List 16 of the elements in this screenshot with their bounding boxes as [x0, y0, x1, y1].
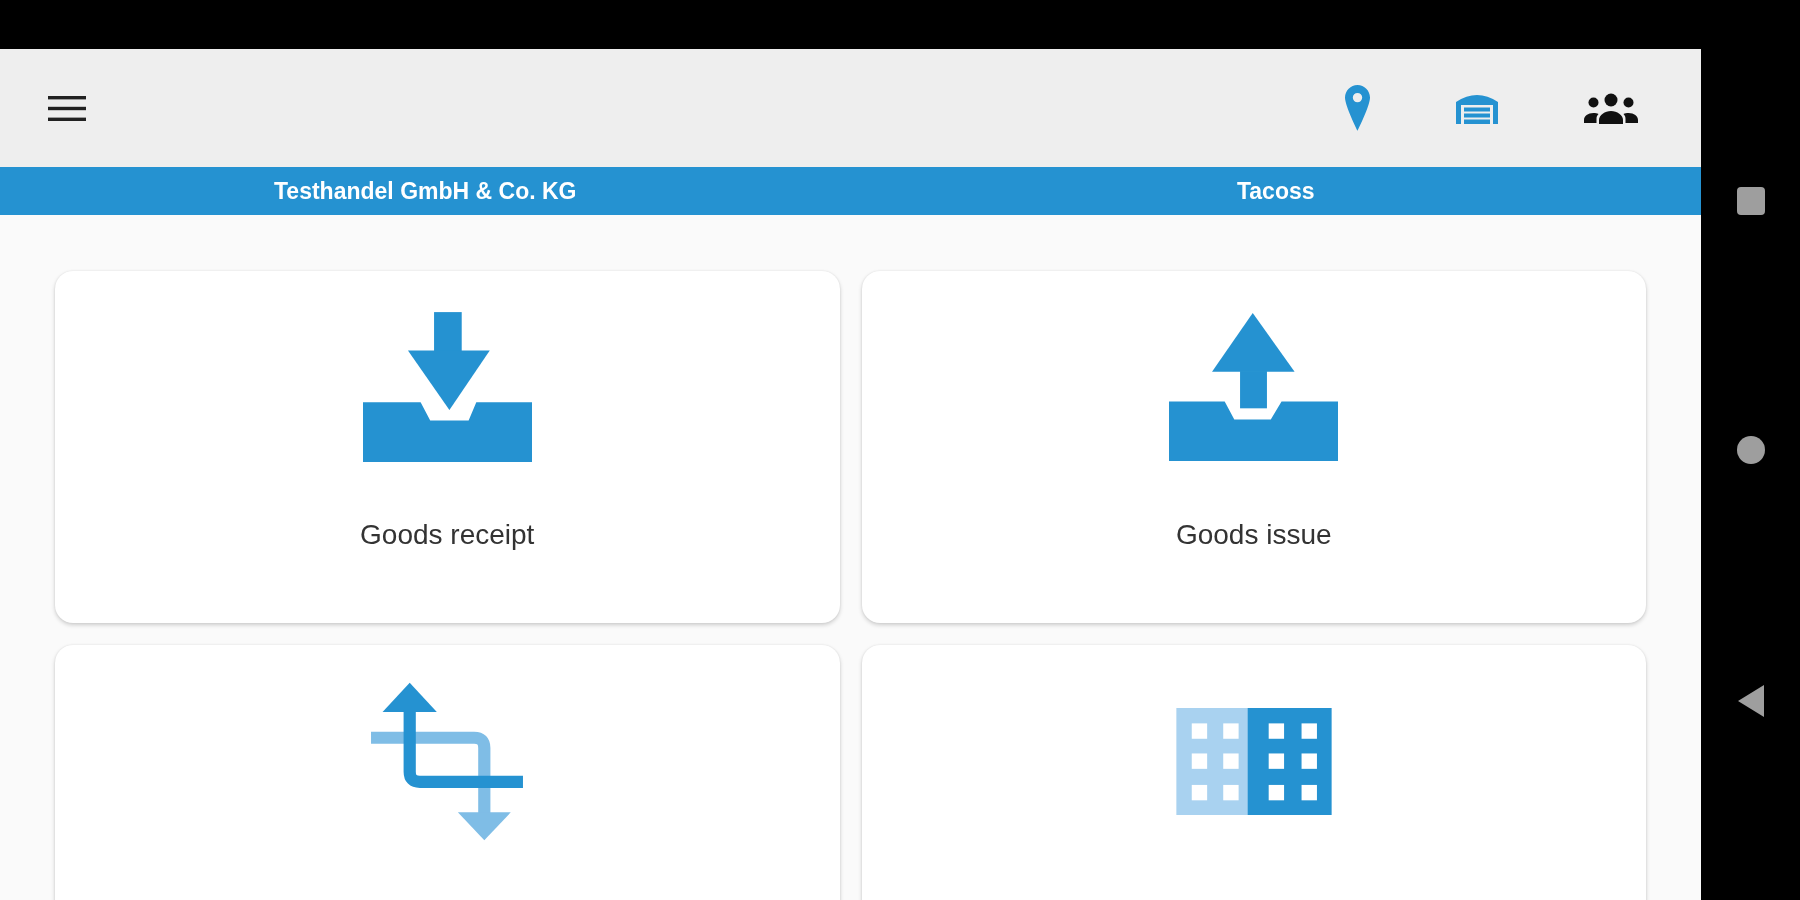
menu-tile[interactable] [861, 645, 1646, 900]
info-text: Tacoss [1236, 177, 1315, 205]
tray-up-arrow-icon [1169, 313, 1339, 461]
menu-tile[interactable] [55, 645, 840, 900]
back-icon[interactable] [1737, 685, 1764, 717]
building-icon [1175, 707, 1332, 815]
recent-apps-icon[interactable] [1736, 187, 1765, 215]
tray-down-arrow-icon [362, 312, 532, 462]
menu-tile[interactable]: Goods issue [861, 271, 1646, 623]
group-icon[interactable] [1584, 92, 1638, 124]
home-icon[interactable] [1736, 436, 1765, 464]
location-pin-icon[interactable] [1345, 85, 1370, 131]
company-name: Testhandel GmbH & Co. KG [274, 177, 577, 205]
warehouse-icon[interactable] [1456, 92, 1498, 124]
menu-icon[interactable] [48, 95, 86, 121]
menu-tile[interactable]: Goods receipt [55, 271, 840, 623]
